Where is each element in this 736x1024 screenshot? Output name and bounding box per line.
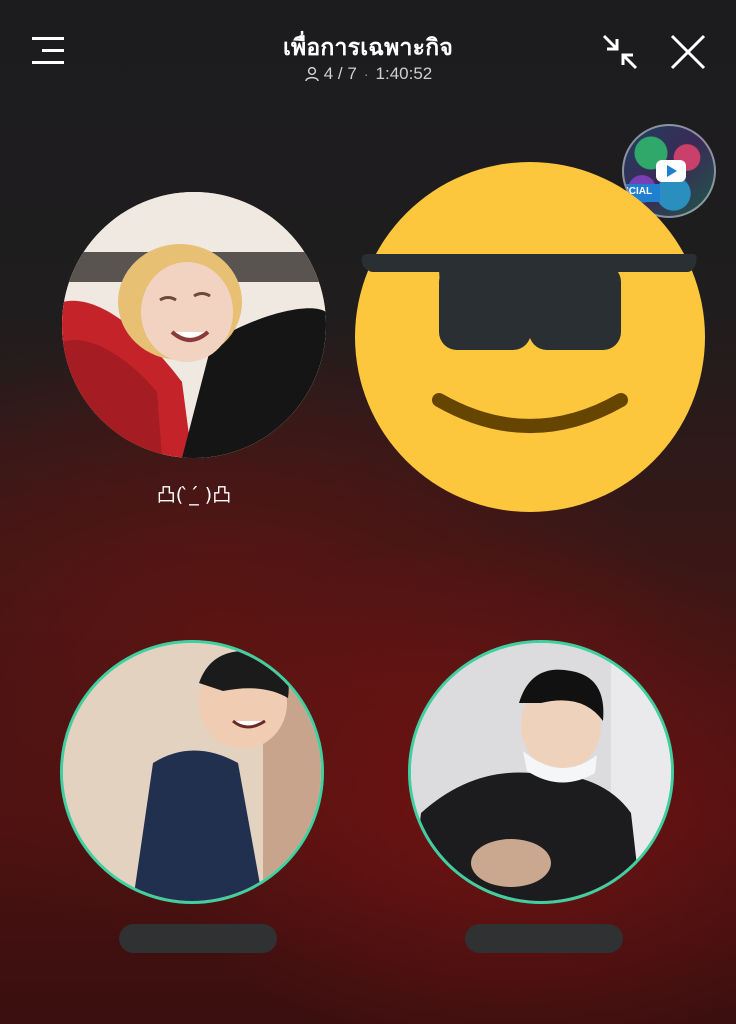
participant-name-1: 凸( ̀_́ )凸: [156, 484, 232, 506]
avatar-photo-1: [62, 192, 326, 458]
minimize-icon: [602, 34, 638, 70]
avatar-photo-4: [411, 643, 671, 901]
minimize-button[interactable]: [600, 32, 640, 72]
participant-avatar-3[interactable]: [60, 640, 324, 904]
participant-avatar-1[interactable]: [62, 192, 326, 458]
participant-name-3: [119, 924, 277, 953]
close-icon: [670, 34, 706, 70]
smiling-face-with-sunglasses-icon: [355, 162, 705, 512]
person-icon: [305, 66, 319, 82]
participant-avatar-2[interactable]: [355, 162, 705, 512]
participant-name-4: [465, 924, 623, 953]
close-button[interactable]: [668, 32, 708, 72]
call-duration: 1:40:52: [375, 64, 433, 83]
participant-avatar-4[interactable]: [408, 640, 674, 904]
participant-count: 4 / 7: [323, 64, 357, 83]
avatar-photo-3: [63, 643, 321, 901]
info-separator: ·: [363, 66, 369, 82]
top-bar: เพื่อการเฉพาะกิจ 4 / 7 · 1:40:52: [0, 0, 736, 100]
